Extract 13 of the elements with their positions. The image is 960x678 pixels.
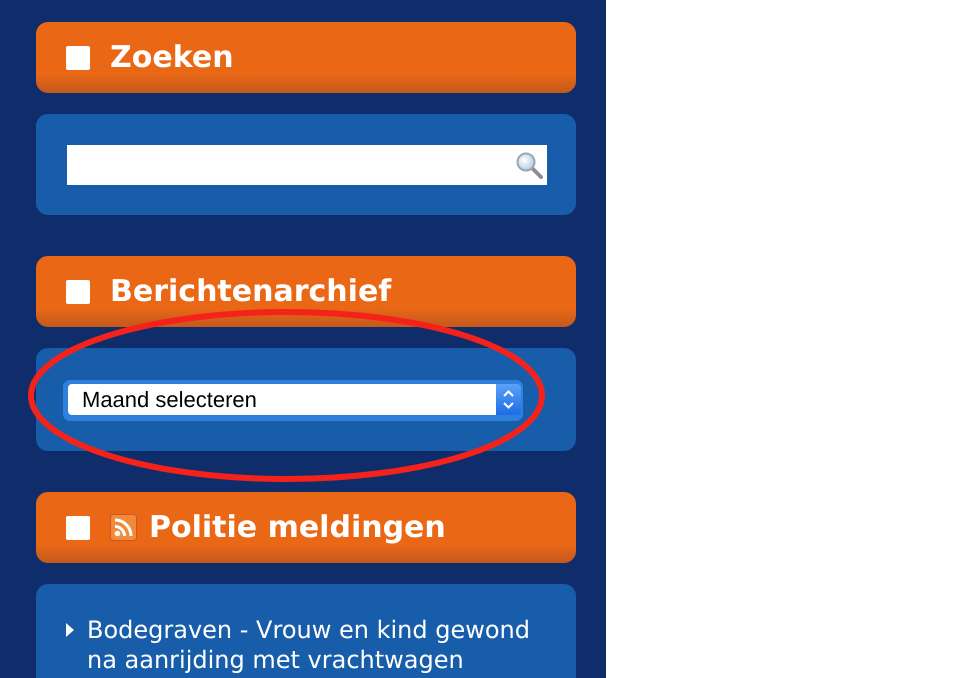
- news-link[interactable]: Bodegraven - Vrouw en kind gewond na aanrijding met vrachtwagen: [87, 615, 536, 675]
- widget-title: Zoeken: [110, 40, 234, 76]
- chevron-updown-icon: [496, 384, 521, 415]
- rss-icon: [110, 514, 137, 541]
- search-icon[interactable]: [515, 151, 543, 179]
- search-field[interactable]: [67, 145, 547, 185]
- widget-title: Politie meldingen: [149, 510, 446, 546]
- square-icon: [66, 46, 90, 70]
- triangle-icon: [66, 623, 74, 637]
- square-icon: [66, 516, 90, 540]
- square-icon: [66, 280, 90, 304]
- month-select[interactable]: Maand selecteren: [63, 380, 523, 421]
- widget-title: Berichtenarchief: [110, 274, 392, 310]
